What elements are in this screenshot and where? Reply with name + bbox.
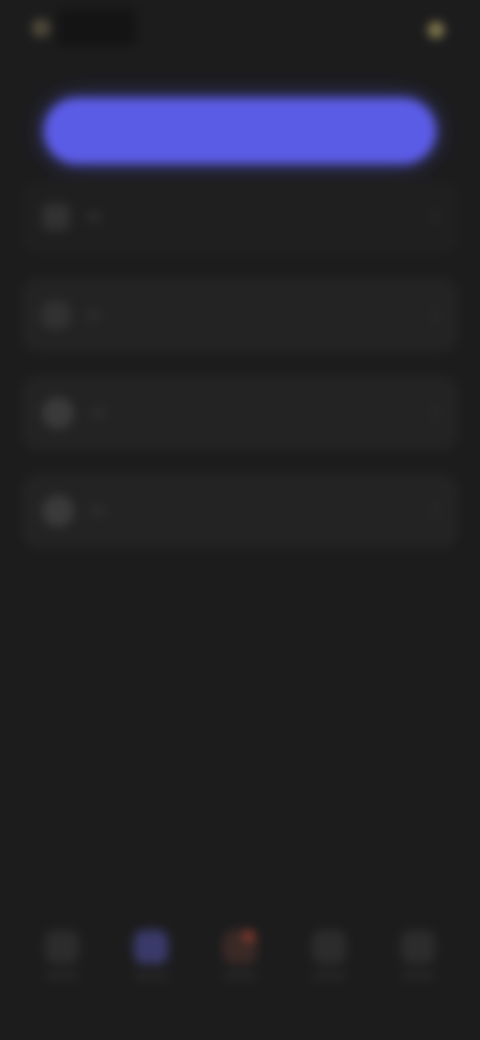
menu-item[interactable]	[22, 376, 458, 450]
profile-icon	[42, 397, 74, 429]
nav-label	[401, 972, 435, 980]
nav-item-account[interactable]	[396, 930, 440, 996]
menu-item[interactable]	[22, 474, 458, 548]
chevron-right-icon	[423, 208, 441, 226]
menu-list	[22, 180, 458, 572]
nav-label	[134, 972, 168, 980]
notifications-icon	[223, 930, 257, 964]
account-icon	[401, 930, 435, 964]
nav-item-home[interactable]	[40, 930, 84, 996]
chevron-right-icon	[423, 404, 441, 422]
settings-icon	[42, 495, 74, 527]
logo-text	[58, 10, 136, 46]
app-screen	[0, 0, 480, 1040]
nav-label	[45, 972, 79, 980]
document-icon	[42, 203, 70, 231]
top-bar	[0, 0, 480, 62]
primary-action-button[interactable]	[44, 98, 436, 164]
chevron-right-icon	[423, 502, 441, 520]
chevron-right-icon	[423, 306, 441, 324]
menu-item[interactable]	[22, 180, 458, 254]
nav-item-chat[interactable]	[307, 930, 351, 996]
home-icon	[45, 930, 79, 964]
menu-item-label	[86, 213, 102, 221]
balance-indicator[interactable]	[354, 20, 450, 40]
menu-item-label	[90, 409, 106, 417]
nav-item-notifications[interactable]	[218, 930, 262, 996]
bottom-navigation	[40, 930, 440, 1000]
chat-icon	[312, 930, 346, 964]
nav-label	[223, 972, 257, 980]
menu-item-label	[86, 311, 102, 319]
menu-item-label	[90, 507, 106, 515]
discover-icon	[134, 930, 168, 964]
logo[interactable]	[32, 10, 142, 46]
coin-icon	[428, 22, 444, 38]
nav-label	[312, 972, 346, 980]
logo-icon	[32, 19, 50, 37]
list-icon	[42, 301, 70, 329]
nav-item-discover[interactable]	[129, 930, 173, 996]
menu-item[interactable]	[22, 278, 458, 352]
